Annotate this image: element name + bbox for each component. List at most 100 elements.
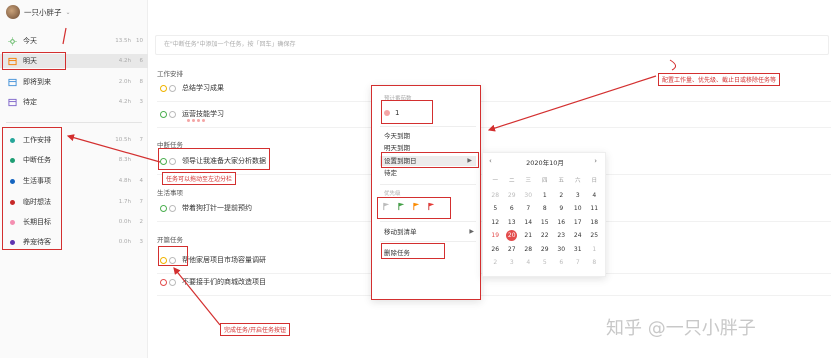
- weekday-label: 日: [591, 178, 597, 184]
- calendar-day[interactable]: 1: [537, 189, 554, 203]
- calendar-day[interactable]: 24: [570, 229, 587, 243]
- calendar-day[interactable]: 30: [553, 243, 570, 257]
- task-complete-toggle[interactable]: [160, 279, 176, 286]
- calendar-day[interactable]: 20: [506, 230, 518, 241]
- calendar-day[interactable]: 27: [504, 243, 521, 257]
- date-picker: ‹ 2020年10月 › 一二三四五六日 28 29 30 1 2 3 4 5 6 7 8 9 10 11 1…: [482, 152, 606, 277]
- task-title: 总结学习成果: [182, 84, 224, 92]
- sidebar-item-hours: 8.3h: [118, 157, 131, 163]
- calendar-day[interactable]: 4: [520, 256, 537, 270]
- annotation-box: [377, 197, 451, 219]
- calendar-day[interactable]: 22: [537, 229, 554, 243]
- sidebar-item-count: 4: [139, 178, 144, 184]
- task-title: 帮他家居项目市场容量调研: [182, 256, 266, 264]
- calendar-day[interactable]: 10: [570, 202, 587, 216]
- calendar-day[interactable]: 12: [487, 216, 504, 230]
- sidebar-item-upcoming[interactable]: 即将到来 2.0h 8: [0, 75, 148, 89]
- sidebar-item-label: 即将到来: [23, 78, 51, 86]
- weekday-label: 五: [558, 178, 564, 184]
- calendar-day[interactable]: 17: [570, 216, 587, 230]
- calendar-day[interactable]: 3: [504, 256, 521, 270]
- annotation-box: [2, 52, 66, 70]
- calendar-day[interactable]: 18: [586, 216, 603, 230]
- weekday-label: 四: [541, 178, 548, 184]
- weekday-label: 三: [525, 178, 531, 184]
- calendar-day[interactable]: 28: [520, 243, 537, 257]
- calendar-day[interactable]: 13: [504, 216, 521, 230]
- sidebar-item-hours: 0.0h: [118, 239, 131, 245]
- next-month-icon[interactable]: ›: [594, 157, 597, 165]
- calendar-day[interactable]: 6: [553, 256, 570, 270]
- sidebar-item-count: 7: [139, 137, 144, 143]
- sidebar-item-hours: 4.2h: [118, 99, 131, 105]
- calendar-day[interactable]: 15: [537, 216, 554, 230]
- sidebar-item-today[interactable]: 今天 13.5h 10: [0, 34, 148, 48]
- calendar-day[interactable]: 5: [487, 202, 504, 216]
- task-title: 不要接手们的商城改造项目: [182, 278, 266, 286]
- calendar-day[interactable]: 3: [570, 189, 587, 203]
- chevron-down-icon[interactable]: ⌄: [66, 9, 71, 16]
- avatar[interactable]: [6, 5, 20, 19]
- weekday-label: 六: [574, 178, 581, 184]
- sidebar-item-hours: 0.0h: [118, 219, 131, 225]
- task-complete-toggle[interactable]: [160, 85, 176, 92]
- calendar-day[interactable]: 2: [487, 256, 504, 270]
- sidebar-item-label: 待定: [23, 98, 37, 106]
- calendar-day[interactable]: 2: [553, 189, 570, 203]
- calendar-day[interactable]: 23: [553, 229, 570, 243]
- sidebar-item-count: 6: [139, 58, 144, 64]
- calendar-day[interactable]: 7: [570, 256, 587, 270]
- annotation-box: [2, 127, 62, 250]
- calendar-day[interactable]: 29: [504, 189, 521, 203]
- annotation-box: [381, 100, 433, 124]
- task-complete-toggle[interactable]: [160, 111, 176, 118]
- calendar-day[interactable]: 7: [520, 202, 537, 216]
- sun-icon: [8, 36, 17, 46]
- annotation-box: [158, 148, 270, 170]
- calendar-day[interactable]: 19: [487, 229, 504, 243]
- sidebar-item-hours: 2.0h: [118, 79, 131, 85]
- task-title: 带着狗打针一提前预约: [182, 204, 252, 212]
- calendar-icon: [8, 98, 17, 107]
- calendar-day[interactable]: 29: [537, 243, 554, 257]
- task-title: 运营技能学习: [182, 110, 224, 118]
- add-task-input[interactable]: 在"中断任务"中添加一个任务，按「回车」确保存: [155, 35, 829, 55]
- user-name: 一只小胖子: [24, 7, 62, 17]
- calendar-day[interactable]: 31: [570, 243, 587, 257]
- sidebar-item-count: 10: [136, 38, 143, 44]
- sidebar-item-label: 今天: [23, 37, 37, 45]
- calendar-day[interactable]: 4: [586, 189, 603, 203]
- calendar-title: 2020年10月: [526, 159, 564, 167]
- sidebar-item-hours: 4.2h: [118, 58, 131, 64]
- calendar-day[interactable]: 9: [553, 202, 570, 216]
- calendar-day[interactable]: 30: [520, 189, 537, 203]
- calendar-day[interactable]: 11: [586, 202, 603, 216]
- task-complete-toggle[interactable]: [160, 205, 176, 212]
- weekday-label: 二: [508, 178, 515, 184]
- calendar-day[interactable]: 16: [553, 216, 570, 230]
- calendar-day[interactable]: 8: [586, 256, 603, 270]
- calendar-day[interactable]: 28: [487, 189, 504, 203]
- weekday-label: 一: [492, 178, 498, 184]
- calendar-day[interactable]: 21: [520, 229, 537, 243]
- group-title: 生活事项: [157, 189, 183, 197]
- calendar-day[interactable]: 1: [586, 243, 603, 257]
- calendar-day[interactable]: 26: [487, 243, 504, 257]
- annotation-box: [381, 243, 445, 259]
- task-row[interactable]: 不要接手们的商城改造项目: [157, 274, 831, 296]
- sidebar-item-pending[interactable]: 待定 4.2h 3: [0, 95, 148, 109]
- sidebar-item-count: 2: [139, 219, 144, 225]
- user-menu[interactable]: 一只小胖子 ⌄: [6, 5, 71, 19]
- annotation-note: 任务可以拖动至左边分栏: [162, 172, 237, 185]
- calendar-day[interactable]: 6: [504, 202, 521, 216]
- sidebar-item-hours: 13.5h: [115, 38, 131, 44]
- calendar-day[interactable]: 25: [586, 229, 603, 243]
- calendar-day[interactable]: 14: [520, 216, 537, 230]
- calendar-day[interactable]: 8: [537, 202, 554, 216]
- sidebar-item-hours: 4.8h: [118, 178, 131, 184]
- annotation-note: 完成任务/开启任务按钮: [220, 323, 291, 336]
- calendar-day[interactable]: 5: [537, 256, 554, 270]
- group-title: 开篇任务: [157, 236, 183, 244]
- task-row[interactable]: 运营技能学习: [157, 106, 831, 128]
- sidebar-divider: [6, 122, 142, 123]
